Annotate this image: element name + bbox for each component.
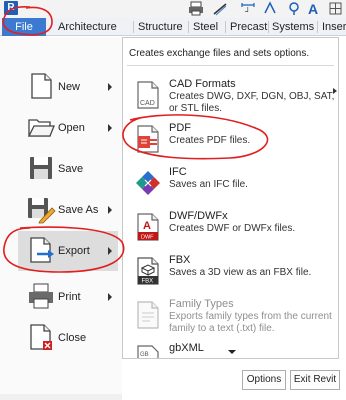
- flyout-item-title: gbXML: [169, 342, 204, 354]
- revit-logo-icon[interactable]: R: [4, 1, 18, 15]
- pdf-icon: [137, 125, 159, 153]
- submenu-arrow-icon: [108, 124, 112, 132]
- cad-formats-icon: CAD: [137, 81, 159, 109]
- svg-text:DWF: DWF: [141, 235, 154, 241]
- export-flyout-panel: Creates exchange files and sets options.…: [122, 37, 339, 359]
- export-icon: [30, 237, 54, 263]
- submenu-arrow-icon: [108, 206, 112, 214]
- menu-item-label: Save: [58, 163, 84, 175]
- new-file-icon: [31, 73, 52, 99]
- flyout-item-title: Family Types: [169, 298, 234, 310]
- exit-revit-button[interactable]: Exit Revit: [290, 370, 340, 390]
- menu-item-label: Print: [58, 291, 81, 303]
- flyout-item-family-types[interactable]: Family Types Exports family types from t…: [133, 296, 333, 340]
- menu-item-print[interactable]: Print: [18, 277, 118, 317]
- text-icon[interactable]: A: [306, 1, 322, 16]
- quick-access-toolbar: R ┘ A: [0, 0, 346, 18]
- submenu-arrow-icon: [108, 247, 112, 255]
- flyout-item-title: IFC: [169, 166, 187, 178]
- flyout-item-title: DWF/DWFx: [169, 210, 228, 222]
- menu-item-label: Export: [58, 245, 90, 257]
- flyout-item-title: PDF: [169, 122, 191, 134]
- flyout-item-desc: Creates DWG, DXF, DGN, OBJ, SAT, or STL …: [169, 91, 335, 114]
- submenu-arrow-icon: [108, 83, 112, 91]
- menu-item-close[interactable]: Close: [18, 318, 118, 358]
- flyout-item-fbx[interactable]: FBX FBX Saves a 3D view as an FBX file.: [133, 252, 333, 296]
- flyout-item-pdf[interactable]: PDF Creates PDF files.: [133, 120, 333, 164]
- submenu-arrow-icon: [333, 88, 337, 94]
- flyout-item-desc: Creates DWF or DWFx files.: [169, 223, 296, 234]
- application-menu: New Open Save Save As Export Print Close: [0, 37, 122, 400]
- tab-separator: [317, 21, 318, 33]
- menu-item-label: Open: [58, 122, 85, 134]
- menu-item-export[interactable]: Export: [18, 231, 118, 271]
- svg-text:FBX: FBX: [142, 279, 154, 285]
- close-document-icon: [30, 324, 52, 350]
- tab-insert[interactable]: Insert: [322, 18, 346, 36]
- tab-steel[interactable]: Steel: [193, 18, 218, 36]
- svg-text:┘: ┘: [244, 6, 251, 16]
- options-button[interactable]: Options: [242, 370, 286, 390]
- printer-icon: [29, 283, 53, 309]
- pin-icon[interactable]: [286, 1, 302, 16]
- flyout-item-cad-formats[interactable]: CAD CAD Formats Creates DWG, DXF, DGN, O…: [133, 76, 337, 120]
- svg-text:A: A: [143, 220, 151, 232]
- tab-separator: [268, 21, 269, 33]
- menu-item-label: New: [58, 81, 81, 93]
- flyout-item-ifc[interactable]: IFC Saves an IFC file.: [133, 164, 333, 208]
- family-types-icon: [137, 301, 159, 329]
- tab-structure[interactable]: Structure: [138, 18, 183, 36]
- menu-item-label: Close: [58, 332, 87, 344]
- tab-precast[interactable]: Precast: [230, 18, 267, 36]
- flyout-item-desc: Saves a 3D view as an FBX file.: [169, 267, 312, 278]
- save-icon: [30, 157, 52, 179]
- ribbon-tab-bar: File Architecture Structure Steel Precas…: [0, 18, 346, 36]
- flyout-item-gbxml[interactable]: GB gbXML: [133, 340, 333, 358]
- svg-text:A: A: [308, 1, 318, 16]
- tab-systems[interactable]: Systems: [272, 18, 314, 36]
- divider: [127, 65, 334, 66]
- scroll-down-arrow-icon[interactable]: [228, 350, 236, 354]
- flyout-header: Creates exchange files and sets options.: [129, 48, 310, 59]
- tab-separator: [188, 21, 189, 33]
- measure-icon[interactable]: [212, 1, 228, 16]
- save-as-icon: [28, 198, 56, 224]
- svg-text:CAD: CAD: [140, 100, 155, 107]
- menu-item-save-as[interactable]: Save As: [18, 190, 118, 230]
- grid-icon[interactable]: [328, 1, 344, 16]
- flyout-item-title: FBX: [169, 254, 191, 266]
- menu-item-new[interactable]: New: [18, 67, 118, 107]
- status-strip: [0, 394, 122, 400]
- tab-separator: [133, 21, 134, 33]
- dwf-icon: A DWF: [137, 213, 159, 241]
- menu-item-open[interactable]: Open: [18, 108, 118, 148]
- flyout-item-title: CAD Formats: [169, 78, 236, 90]
- flyout-item-desc: Exports family types from the current fa…: [169, 311, 332, 334]
- tab-file[interactable]: File: [2, 18, 46, 36]
- flyout-item-desc: Creates PDF files.: [169, 135, 251, 146]
- tab-separator: [225, 21, 226, 33]
- flyout-item-dwf[interactable]: A DWF DWF/DWFx Creates DWF or DWFx files…: [133, 208, 333, 252]
- open-folder-icon: [27, 119, 55, 137]
- print-icon[interactable]: [188, 1, 204, 16]
- gbxml-icon: GB: [137, 345, 159, 358]
- tag-icon[interactable]: [262, 1, 278, 16]
- tab-architecture[interactable]: Architecture: [58, 18, 117, 36]
- flyout-item-desc: Saves an IFC file.: [169, 179, 248, 190]
- menu-item-label: Save As: [58, 204, 99, 216]
- dimension-icon[interactable]: ┘: [240, 1, 256, 16]
- submenu-arrow-icon: [108, 293, 112, 301]
- svg-text:GB: GB: [140, 352, 149, 358]
- fbx-icon: FBX: [137, 257, 159, 285]
- ifc-icon: [136, 171, 160, 195]
- menu-item-save[interactable]: Save: [18, 149, 118, 189]
